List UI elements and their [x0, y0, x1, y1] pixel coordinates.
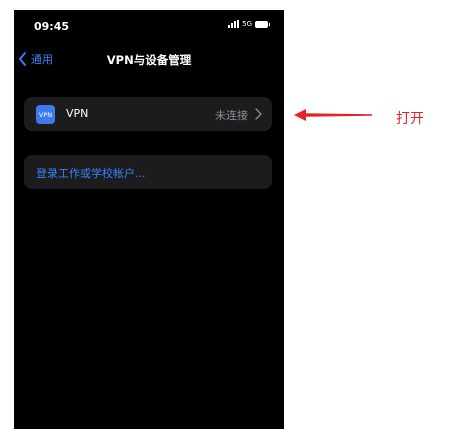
status-bar: 09:45 5G [14, 10, 284, 40]
annotation-label: 打开 [396, 111, 424, 127]
red-arrow-icon [294, 109, 372, 121]
vpn-row[interactable]: VPN VPN 未连接 [24, 97, 272, 131]
battery-icon [255, 20, 270, 28]
vpn-icon: VPN [36, 105, 55, 124]
signal-icon [228, 20, 240, 28]
login-account-row[interactable]: 登录工作或学校帐户... [24, 155, 272, 189]
network-type: 5G [242, 20, 252, 28]
phone-screen: 09:45 5G 通用 VPN与设备管理 VPN VPN 未连接 登录工作或学校… [14, 10, 284, 429]
chevron-right-icon [255, 108, 262, 120]
vpn-status: 未连接 [215, 109, 248, 122]
status-indicators: 5G [228, 20, 270, 28]
vpn-label: VPN [66, 107, 89, 120]
navigation-bar: 通用 VPN与设备管理 [14, 48, 284, 70]
login-account-link: 登录工作或学校帐户... [36, 167, 146, 180]
status-time: 09:45 [34, 20, 70, 33]
page-title: VPN与设备管理 [106, 53, 192, 67]
